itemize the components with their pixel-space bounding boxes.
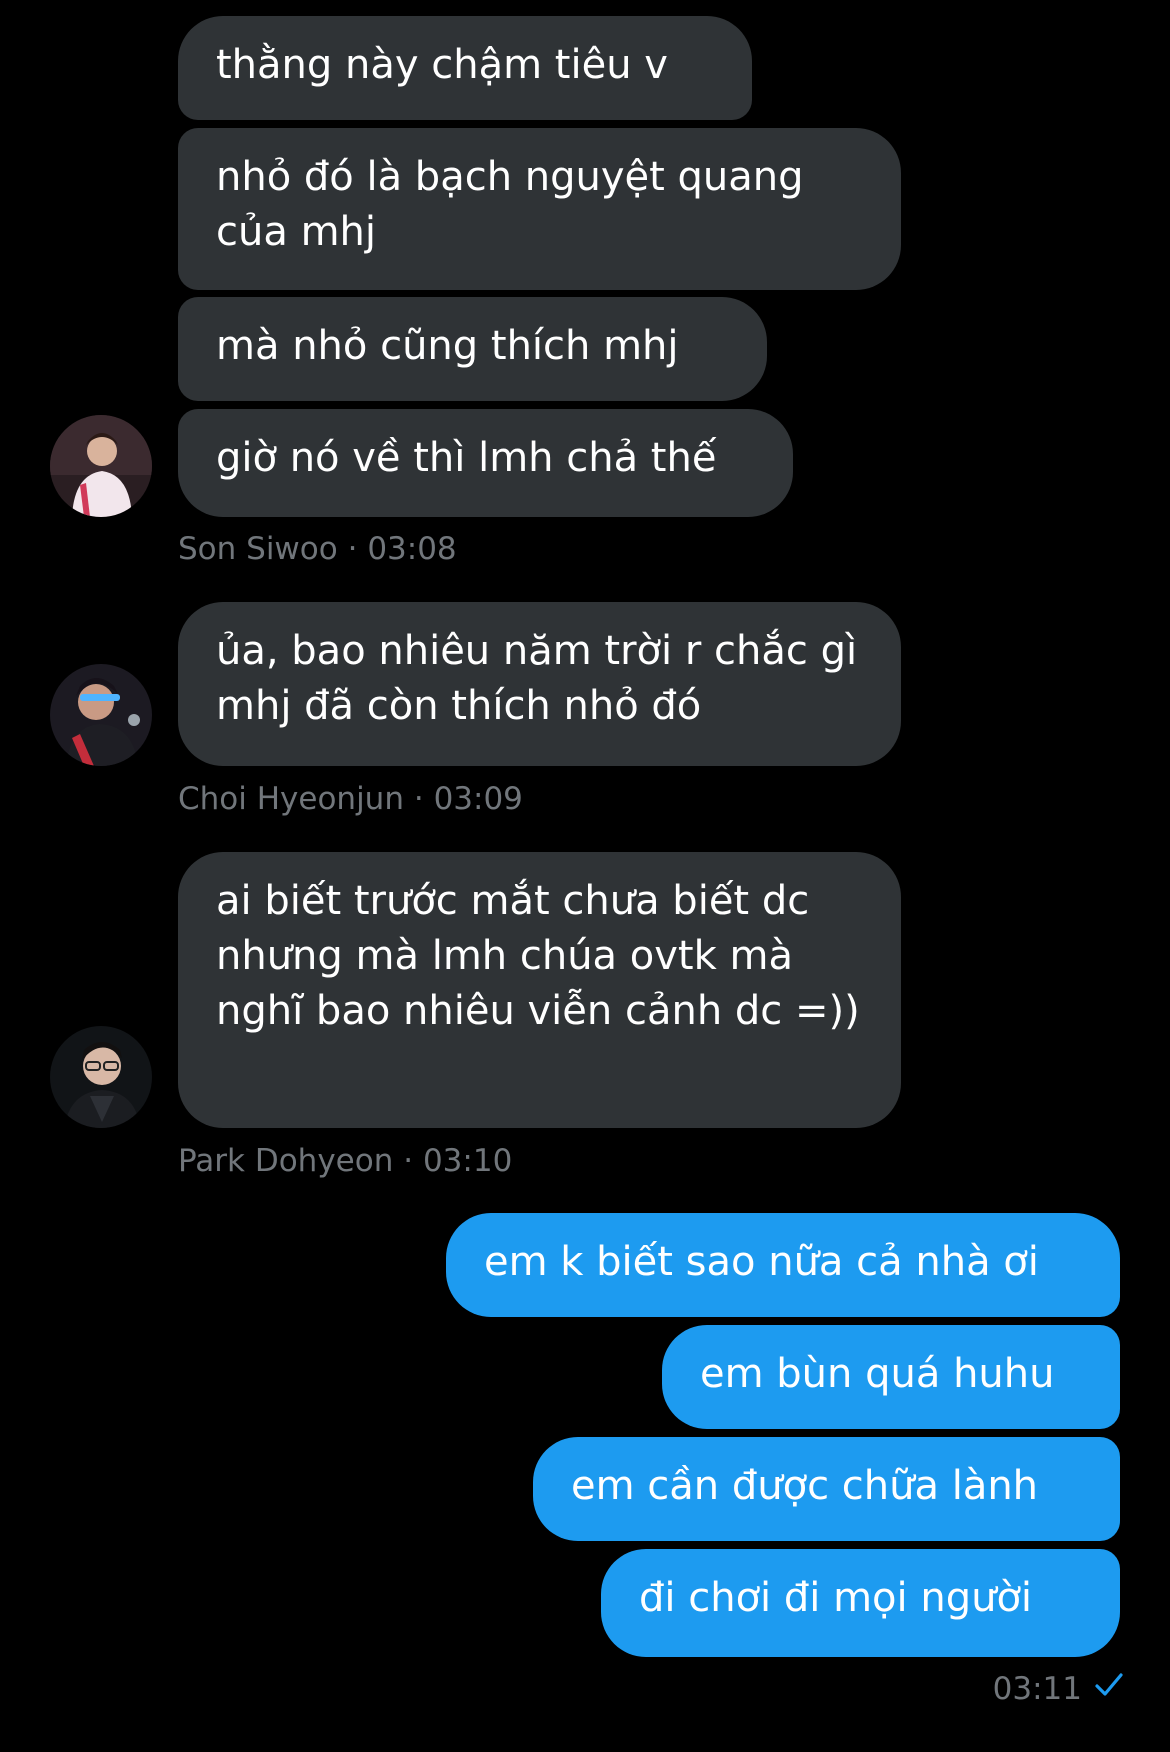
message-bubble[interactable]: thằng này chậm tiêu v — [178, 16, 752, 120]
message-text: ủa, bao nhiêu năm trời r chắc gì mhj đã … — [216, 628, 858, 729]
checkmark-icon — [1094, 1671, 1124, 1707]
message-time: 03:09 — [433, 781, 523, 817]
sender-meta: Park Dohyeon · 03:10 — [178, 1143, 512, 1179]
avatar-park-dohyeon — [50, 1026, 152, 1128]
message-bubble[interactable]: nhỏ đó là bạch nguyệt quang của mhj — [178, 128, 901, 290]
sender-name[interactable]: Park Dohyeon — [178, 1143, 393, 1179]
message-bubble-outgoing[interactable]: đi chơi đi mọi người — [601, 1549, 1120, 1657]
avatar-choi-hyeonjun — [50, 664, 152, 766]
message-bubble-outgoing[interactable]: em cần được chữa lành — [533, 1437, 1120, 1541]
message-time: 03:11 — [992, 1671, 1082, 1707]
message-text: ai biết trước mắt chưa biết dc nhưng mà … — [216, 878, 860, 1034]
meta-separator: · — [413, 781, 424, 817]
avatar[interactable] — [50, 1026, 152, 1128]
avatar[interactable] — [50, 664, 152, 766]
message-text: em cần được chữa lành — [571, 1463, 1039, 1509]
message-text: em k biết sao nữa cả nhà ơi — [484, 1239, 1039, 1285]
message-text: giờ nó về thì lmh chả thế — [216, 435, 717, 481]
avatar-son-siwoo — [50, 415, 152, 517]
message-bubble-outgoing[interactable]: em k biết sao nữa cả nhà ơi — [446, 1213, 1120, 1317]
message-time: 03:10 — [422, 1143, 513, 1179]
message-time: 03:08 — [367, 531, 457, 567]
message-text: nhỏ đó là bạch nguyệt quang của mhj — [216, 154, 804, 255]
sender-meta: Choi Hyeonjun · 03:09 — [178, 781, 523, 817]
message-bubble-outgoing[interactable]: em bùn quá huhu — [662, 1325, 1120, 1429]
outgoing-meta: 03:11 — [993, 1671, 1124, 1707]
message-bubble[interactable]: mà nhỏ cũng thích mhj — [178, 297, 767, 401]
avatar[interactable] — [50, 415, 152, 517]
message-text: em bùn quá huhu — [700, 1351, 1055, 1397]
message-text: mà nhỏ cũng thích mhj — [216, 323, 679, 369]
meta-separator: · — [347, 531, 358, 567]
message-text: thằng này chậm tiêu v — [216, 42, 668, 88]
sender-name[interactable]: Choi Hyeonjun — [178, 781, 404, 817]
message-bubble[interactable]: ủa, bao nhiêu năm trời r chắc gì mhj đã … — [178, 602, 901, 766]
sender-meta: Son Siwoo · 03:08 — [178, 531, 457, 567]
message-bubble[interactable]: giờ nó về thì lmh chả thế — [178, 409, 793, 517]
meta-separator: · — [403, 1143, 414, 1179]
sender-name[interactable]: Son Siwoo — [178, 531, 338, 567]
message-bubble[interactable]: ai biết trước mắt chưa biết dc nhưng mà … — [178, 852, 901, 1128]
message-text: đi chơi đi mọi người — [639, 1575, 1033, 1621]
